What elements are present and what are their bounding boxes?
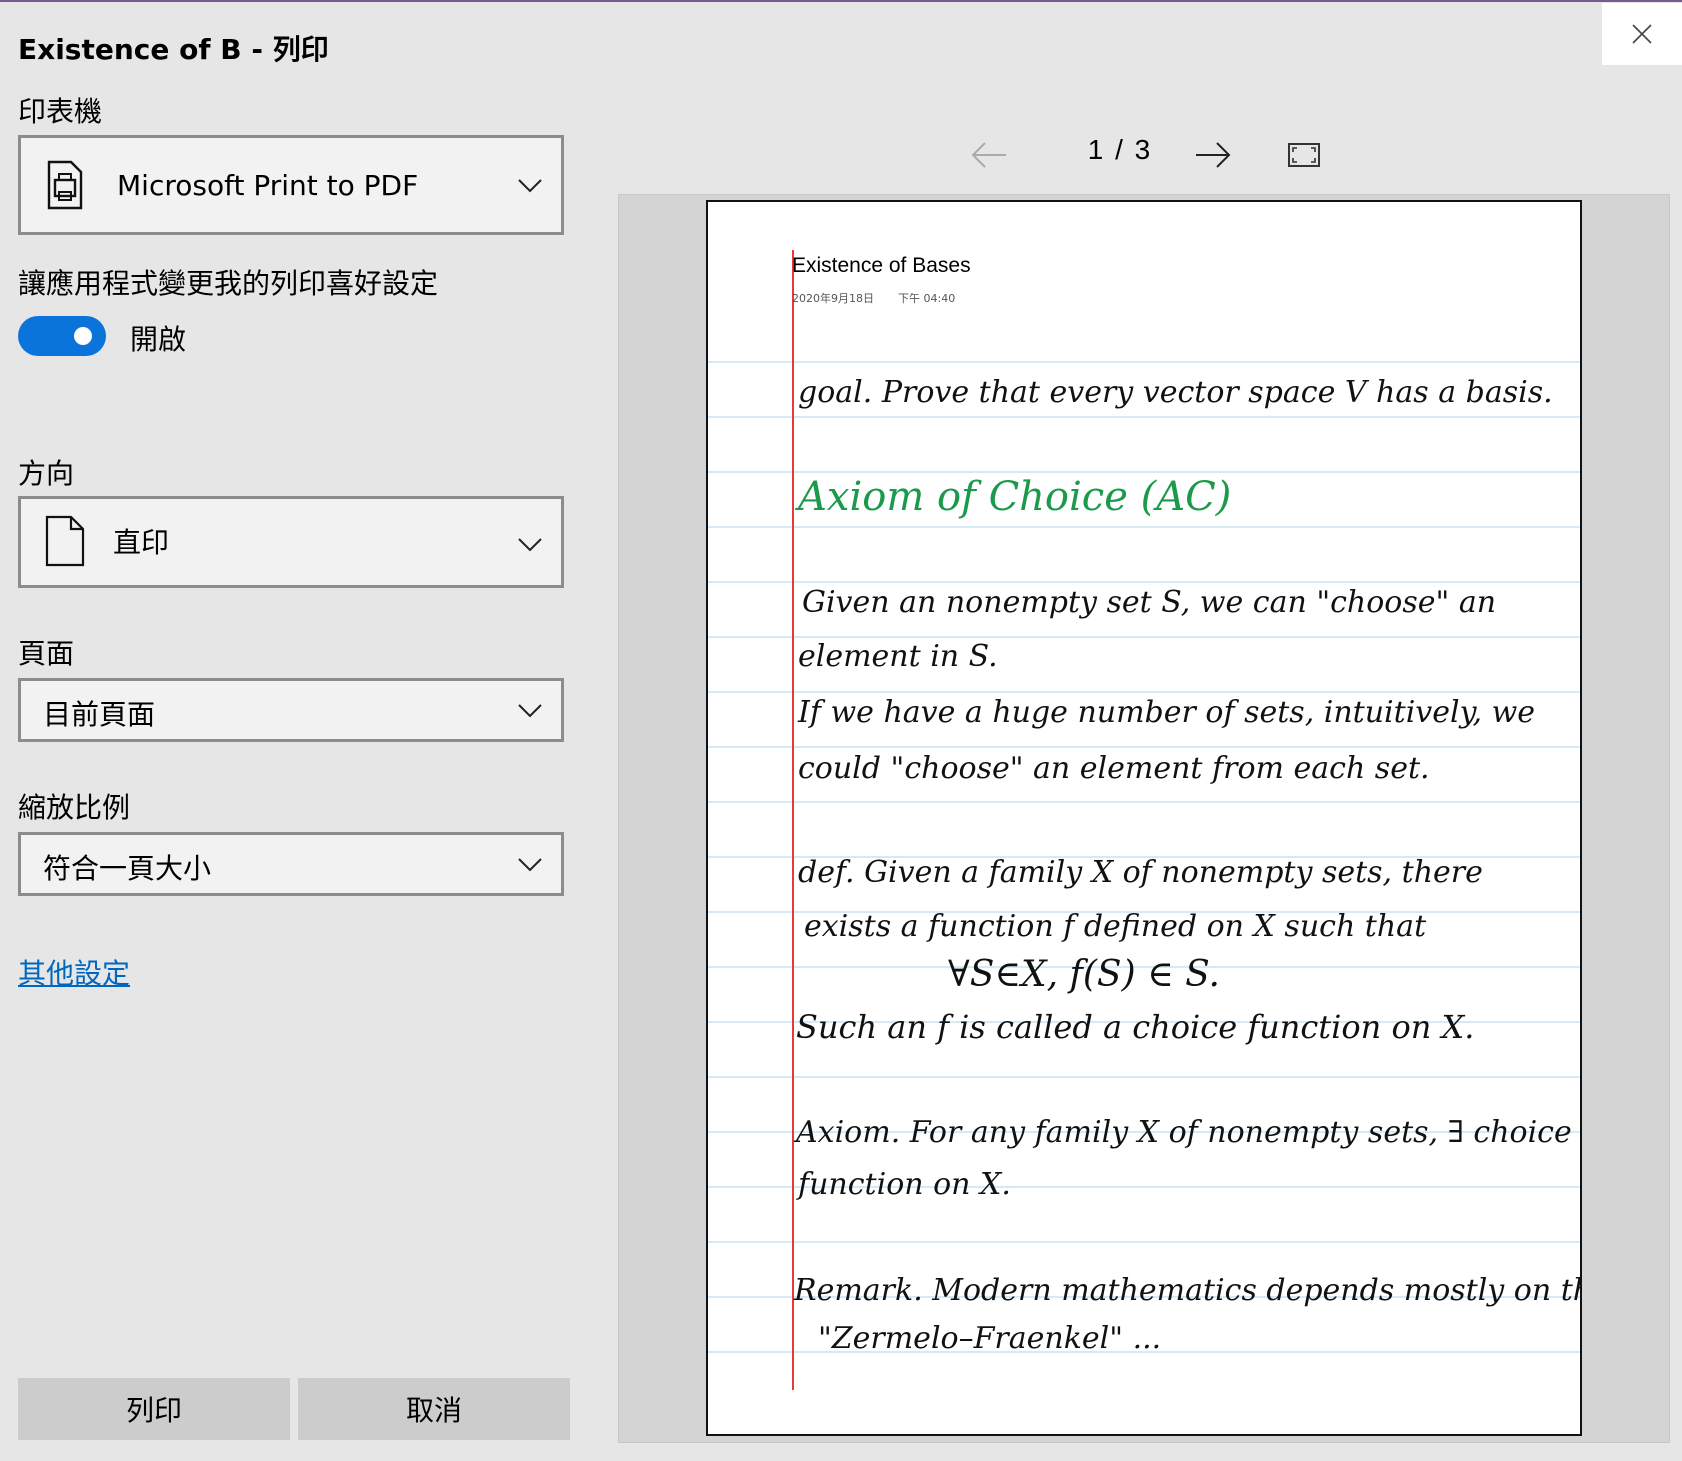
pages-select[interactable]: 目前頁面 xyxy=(18,678,564,742)
close-button[interactable] xyxy=(1602,3,1682,65)
pages-value: 目前頁面 xyxy=(43,698,156,731)
printer-select[interactable]: Microsoft Print to PDF xyxy=(18,135,564,235)
note-line-9: ∀S∈X, f(S) ∈ S. xyxy=(948,954,1220,995)
portrait-page-icon xyxy=(45,515,85,567)
chevron-down-icon xyxy=(518,858,542,872)
app-prefs-toggle[interactable] xyxy=(18,316,106,356)
fullscreen-icon xyxy=(1288,143,1320,167)
note-line-11: Axiom. For any family X of nonempty sets… xyxy=(793,1115,1572,1150)
note-line-12: function on X. xyxy=(796,1167,1011,1202)
handwritten-note: goal. Prove that every vector space V ha… xyxy=(793,375,1582,1356)
scale-label: 縮放比例 xyxy=(18,791,131,824)
scale-select[interactable]: 符合一頁大小 xyxy=(18,832,564,896)
note-line-10: Such an f is called a choice function on… xyxy=(796,1008,1474,1046)
printer-value: Microsoft Print to PDF xyxy=(117,169,419,202)
fit-to-window-button[interactable] xyxy=(1284,130,1324,180)
window-top-border xyxy=(0,0,1682,2)
chevron-down-icon xyxy=(518,538,542,552)
arrow-right-icon xyxy=(1196,142,1231,168)
orientation-select[interactable]: 直印 xyxy=(18,496,564,588)
chevron-down-icon xyxy=(518,704,542,718)
note-line-5: If we have a huge number of sets, intuit… xyxy=(797,695,1535,730)
orientation-value: 直印 xyxy=(113,526,170,559)
toggle-state-label: 開啟 xyxy=(130,323,187,356)
printer-icon xyxy=(47,160,83,210)
note-line-7: def. Given a family X of nonempty sets, … xyxy=(798,855,1483,890)
app-prefs-label: 讓應用程式變更我的列印喜好設定 xyxy=(18,267,439,300)
page-indicator: 1 / 3 xyxy=(1087,134,1153,165)
pages-label: 頁面 xyxy=(18,637,75,670)
printer-label: 印表機 xyxy=(18,95,103,128)
note-line-8: exists a function f defined on X such th… xyxy=(804,909,1427,944)
arrow-left-icon xyxy=(971,142,1006,168)
note-line-2: Axiom of Choice (AC) xyxy=(794,474,1231,520)
note-line-14: "Zermelo–Fraenkel" ... xyxy=(818,1321,1161,1356)
preview-page: Existence of Bases 2020年9月18日 下午 04:40 g… xyxy=(706,200,1582,1436)
orientation-label: 方向 xyxy=(18,457,75,490)
prev-page-button[interactable] xyxy=(966,130,1012,180)
toggle-knob xyxy=(74,327,92,345)
scale-value: 符合一頁大小 xyxy=(43,852,212,885)
print-button[interactable]: 列印 xyxy=(18,1378,290,1440)
note-line-4: element in S. xyxy=(798,639,998,674)
dialog-title: Existence of B - 列印 xyxy=(18,33,329,66)
close-icon xyxy=(1632,24,1652,44)
more-settings-link[interactable]: 其他設定 xyxy=(18,952,130,992)
chevron-down-icon xyxy=(518,179,542,193)
next-page-button[interactable] xyxy=(1190,130,1236,180)
note-line-13: Remark. Modern mathematics depends mostl… xyxy=(793,1273,1582,1308)
note-line-1: goal. Prove that every vector space V ha… xyxy=(798,375,1553,410)
cancel-button[interactable]: 取消 xyxy=(298,1378,570,1440)
note-line-3: Given an nonempty set S, we can "choose"… xyxy=(802,585,1496,620)
note-line-6: could "choose" an element from each set. xyxy=(798,751,1430,786)
